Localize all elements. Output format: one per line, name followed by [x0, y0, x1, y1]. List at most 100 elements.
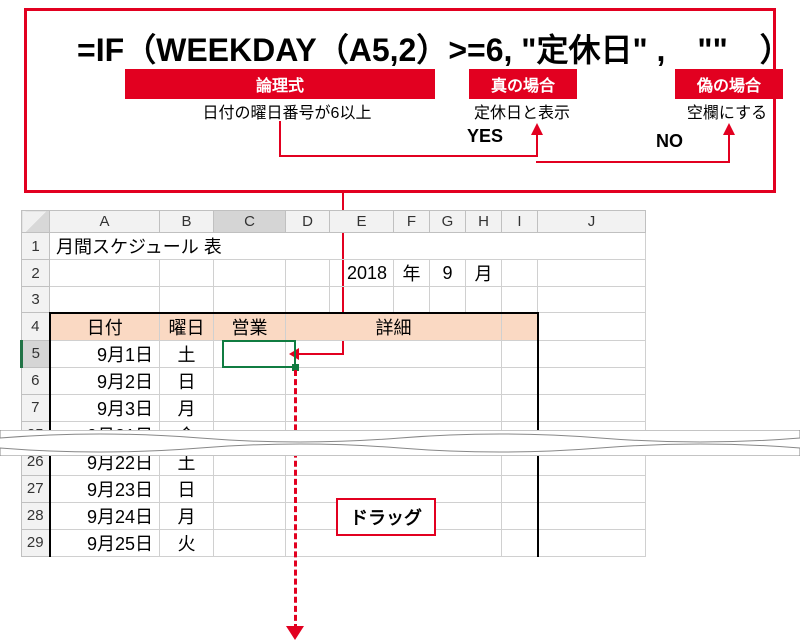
connector-line: [279, 121, 281, 157]
cell-open[interactable]: [214, 475, 286, 502]
badge-false: 偽の場合: [675, 69, 783, 99]
cell-wday[interactable]: 火: [160, 529, 214, 556]
col-header-G[interactable]: G: [430, 211, 466, 233]
row-header-1[interactable]: 1: [22, 233, 50, 260]
drag-arrow-line: [294, 370, 297, 630]
cell[interactable]: [160, 260, 214, 287]
arrow-down-icon: [286, 626, 304, 640]
cell-wday[interactable]: 土: [160, 340, 214, 367]
cell-detail[interactable]: [286, 340, 502, 367]
cell[interactable]: [502, 367, 538, 394]
header-date[interactable]: 日付: [50, 313, 160, 341]
cell[interactable]: [214, 260, 286, 287]
cell-open[interactable]: [214, 529, 286, 556]
cell-date[interactable]: 9月24日: [50, 502, 160, 529]
formula-text: =IF（WEEKDAY（A5,2）>=6, "定休日" , "" ）: [77, 25, 792, 71]
cell[interactable]: [502, 394, 538, 421]
cell[interactable]: [538, 502, 646, 529]
desc-logic: 日付の曜日番号が6以上: [177, 99, 397, 123]
col-header-F[interactable]: F: [394, 211, 430, 233]
row-header-29[interactable]: 29: [22, 529, 50, 556]
cell[interactable]: [430, 287, 466, 313]
cell[interactable]: [502, 502, 538, 529]
yes-label: YES: [467, 126, 503, 147]
desc-true: 定休日と表示: [457, 99, 587, 123]
header-open[interactable]: 営業: [214, 313, 286, 341]
cell-detail[interactable]: [286, 367, 502, 394]
cell-open[interactable]: [214, 394, 286, 421]
cell-date[interactable]: 9月25日: [50, 529, 160, 556]
badge-true: 真の場合: [469, 69, 577, 99]
select-all-corner[interactable]: [22, 211, 50, 233]
cell[interactable]: [538, 313, 646, 341]
cell-date[interactable]: 9月2日: [50, 367, 160, 394]
col-header-C[interactable]: C: [214, 211, 286, 233]
cell-year-label[interactable]: 年: [394, 260, 430, 287]
cell[interactable]: [330, 287, 394, 313]
cell-year[interactable]: 2018: [330, 260, 394, 287]
row-header-7[interactable]: 7: [22, 394, 50, 421]
cell[interactable]: [502, 475, 538, 502]
cell-wday[interactable]: 日: [160, 367, 214, 394]
cell-month[interactable]: 9: [430, 260, 466, 287]
cell[interactable]: [466, 287, 502, 313]
formula-annotation-box: =IF（WEEKDAY（A5,2）>=6, "定休日" , "" ） 論理式 真…: [24, 8, 776, 193]
row-header-2[interactable]: 2: [22, 260, 50, 287]
cell[interactable]: [502, 260, 538, 287]
cell-open[interactable]: [214, 340, 286, 367]
row-header-5[interactable]: 5: [22, 340, 50, 367]
spreadsheet-grid[interactable]: A B C D E F G H I J 1 月間スケジュール 表 2 2018 …: [20, 210, 646, 557]
connector-line: [728, 133, 730, 163]
cell[interactable]: [538, 475, 646, 502]
cell[interactable]: [50, 260, 160, 287]
cell[interactable]: [160, 287, 214, 313]
cell-date[interactable]: 9月1日: [50, 340, 160, 367]
cell[interactable]: [502, 529, 538, 556]
cell-detail[interactable]: [286, 394, 502, 421]
cell-open[interactable]: [214, 502, 286, 529]
cell[interactable]: [538, 260, 646, 287]
cell-open[interactable]: [214, 367, 286, 394]
cell[interactable]: [50, 287, 160, 313]
cell-date[interactable]: 9月3日: [50, 394, 160, 421]
col-header-J[interactable]: J: [538, 211, 646, 233]
cell-wday[interactable]: 月: [160, 502, 214, 529]
cell-month-label[interactable]: 月: [466, 260, 502, 287]
connector-line: [279, 155, 537, 157]
cell-title[interactable]: 月間スケジュール 表: [50, 233, 646, 260]
cell-wday[interactable]: 月: [160, 394, 214, 421]
cell[interactable]: [286, 260, 330, 287]
row-header-3[interactable]: 3: [22, 287, 50, 313]
connector-line: [536, 133, 538, 157]
cell[interactable]: [502, 340, 538, 367]
cell-wday[interactable]: 日: [160, 475, 214, 502]
col-header-D[interactable]: D: [286, 211, 330, 233]
row-header-27[interactable]: 27: [22, 475, 50, 502]
col-header-H[interactable]: H: [466, 211, 502, 233]
row-header-4[interactable]: 4: [22, 313, 50, 341]
cell[interactable]: [538, 367, 646, 394]
row-header-28[interactable]: 28: [22, 502, 50, 529]
header-detail[interactable]: 詳細: [286, 313, 502, 341]
drag-label: ドラッグ: [336, 498, 436, 536]
row-header-6[interactable]: 6: [22, 367, 50, 394]
cell[interactable]: [538, 529, 646, 556]
cell[interactable]: [538, 287, 646, 313]
cell[interactable]: [502, 313, 538, 341]
col-header-A[interactable]: A: [50, 211, 160, 233]
spreadsheet: A B C D E F G H I J 1 月間スケジュール 表 2 2018 …: [20, 210, 646, 557]
badge-logic: 論理式: [125, 69, 435, 99]
cell[interactable]: [502, 287, 538, 313]
col-header-B[interactable]: B: [160, 211, 214, 233]
desc-false: 空欄にする: [667, 99, 787, 123]
cell-date[interactable]: 9月23日: [50, 475, 160, 502]
connector-line: [536, 161, 729, 163]
cell[interactable]: [214, 287, 286, 313]
cell[interactable]: [394, 287, 430, 313]
cell[interactable]: [286, 287, 330, 313]
header-wday[interactable]: 曜日: [160, 313, 214, 341]
col-header-I[interactable]: I: [502, 211, 538, 233]
col-header-E[interactable]: E: [330, 211, 394, 233]
cell[interactable]: [538, 340, 646, 367]
cell[interactable]: [538, 394, 646, 421]
